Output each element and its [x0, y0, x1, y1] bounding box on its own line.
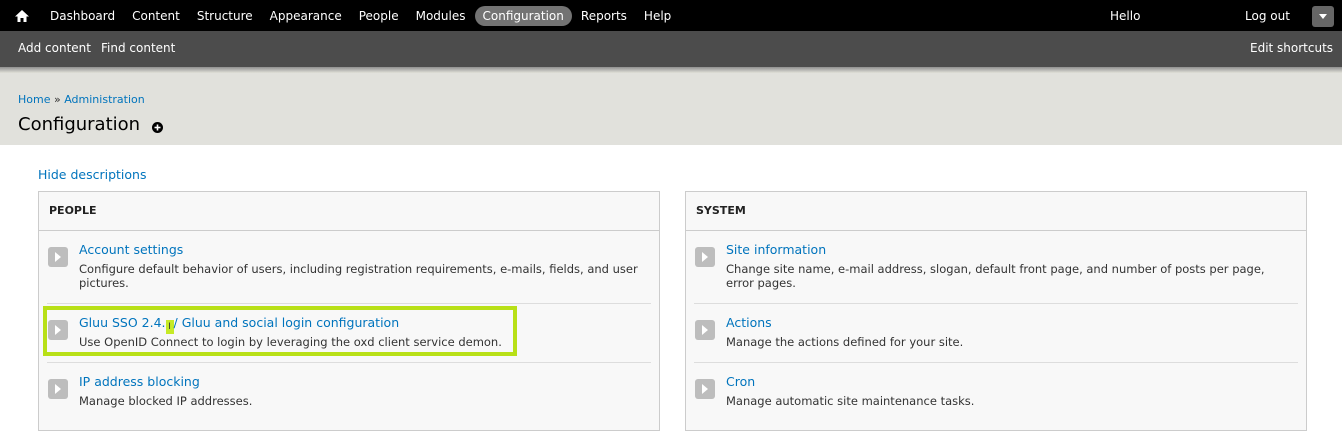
- item-description: Change site name, e-mail address, slogan…: [726, 262, 1265, 290]
- admin-toolbar: Dashboard Content Structure Appearance P…: [0, 0, 1342, 31]
- menu-item-people[interactable]: People: [351, 6, 407, 26]
- item-divider: [694, 303, 1298, 304]
- chevron-down-icon: [1319, 14, 1327, 19]
- toolbar-menu: Dashboard Content Structure Appearance P…: [42, 0, 680, 31]
- breadcrumb-separator: »: [50, 93, 65, 106]
- actions-link[interactable]: Actions: [726, 315, 772, 330]
- menu-item-configuration[interactable]: Configuration: [474, 5, 572, 26]
- chevron-right-icon[interactable]: [695, 320, 715, 340]
- shortcuts-bar: Add content Find content Edit shortcuts: [0, 31, 1342, 67]
- cron-link[interactable]: Cron: [726, 374, 755, 389]
- menu-item-modules[interactable]: Modules: [408, 6, 474, 26]
- logout-link[interactable]: Log out: [1245, 9, 1290, 23]
- site-information-link[interactable]: Site information: [726, 242, 826, 257]
- chevron-right-icon[interactable]: [695, 379, 715, 399]
- user-greeting[interactable]: Hello: [1110, 9, 1140, 23]
- menu-item-structure[interactable]: Structure: [189, 6, 261, 26]
- item-divider: [694, 362, 1298, 363]
- account-settings-link[interactable]: Account settings: [79, 242, 183, 257]
- menu-item-content[interactable]: Content: [124, 6, 188, 26]
- panel-title-system: SYSTEM: [696, 204, 746, 217]
- menu-item-appearance[interactable]: Appearance: [262, 6, 350, 26]
- home-icon[interactable]: [13, 7, 31, 25]
- page-header: Home » Administration Configuration: [0, 73, 1342, 145]
- page-title: Configuration: [18, 114, 141, 135]
- shortcuts-toggle-button[interactable]: [1312, 6, 1334, 27]
- add-content-link[interactable]: Add content: [18, 41, 91, 55]
- system-panel: SYSTEM Site information Change site name…: [685, 191, 1307, 431]
- panel-divider: [39, 230, 659, 231]
- hide-descriptions-link[interactable]: Hide descriptions: [38, 167, 146, 182]
- plus-circle-icon[interactable]: [152, 122, 163, 133]
- item-description: Configure default behavior of users, inc…: [79, 262, 638, 290]
- chevron-right-icon[interactable]: [48, 379, 68, 399]
- item-description: Manage the actions defined for your site…: [726, 335, 964, 349]
- item-description: Manage automatic site maintenance tasks.: [726, 394, 975, 408]
- breadcrumb: Home » Administration: [18, 93, 145, 106]
- menu-item-reports[interactable]: Reports: [573, 6, 635, 26]
- item-description: Manage blocked IP addresses.: [79, 394, 253, 408]
- chevron-right-icon[interactable]: [695, 247, 715, 267]
- chevron-right-icon[interactable]: [48, 247, 68, 267]
- item-divider: [47, 303, 651, 304]
- breadcrumb-administration[interactable]: Administration: [64, 93, 145, 106]
- highlight-annotation-box: [43, 306, 517, 356]
- menu-item-help[interactable]: Help: [636, 6, 679, 26]
- edit-shortcuts-link[interactable]: Edit shortcuts: [1250, 41, 1333, 55]
- breadcrumb-home[interactable]: Home: [18, 93, 50, 106]
- ip-address-blocking-link[interactable]: IP address blocking: [79, 374, 200, 389]
- find-content-link[interactable]: Find content: [101, 41, 175, 55]
- panel-title-people: PEOPLE: [49, 204, 97, 217]
- panel-divider: [686, 230, 1306, 231]
- menu-item-dashboard[interactable]: Dashboard: [42, 6, 123, 26]
- item-divider: [47, 362, 651, 363]
